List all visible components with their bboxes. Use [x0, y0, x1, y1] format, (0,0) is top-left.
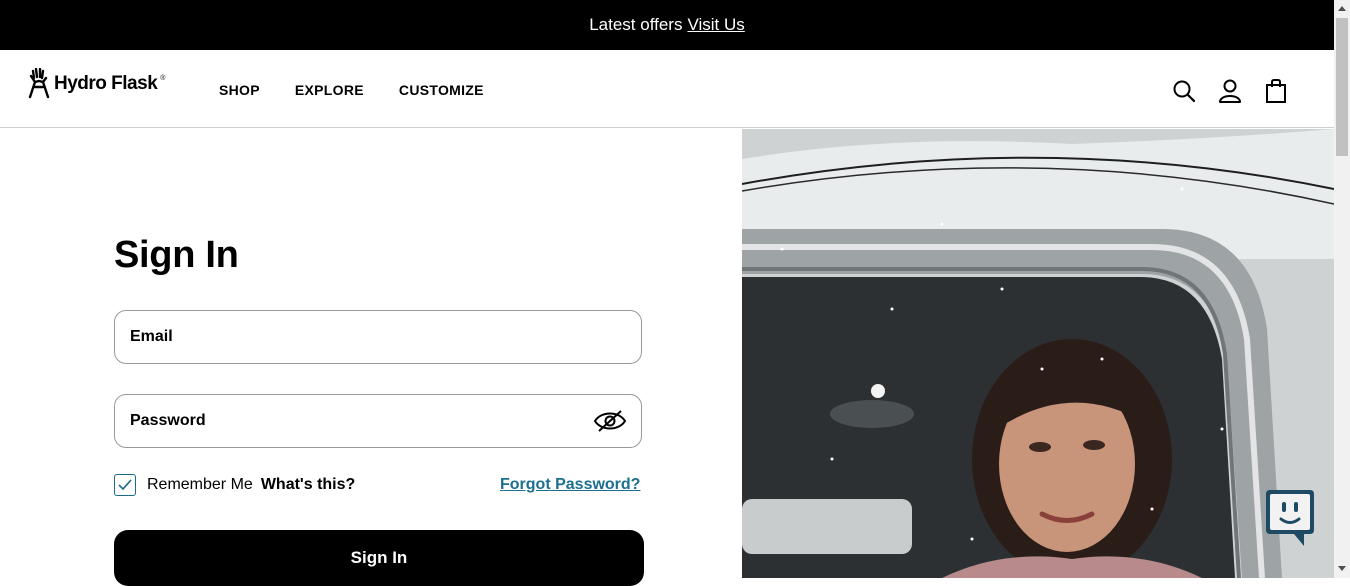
- nav-shop[interactable]: SHOP: [219, 82, 260, 98]
- logo-hand-icon: [28, 68, 50, 99]
- email-field-container: [114, 310, 642, 364]
- email-field[interactable]: [115, 327, 572, 347]
- remember-me-checkbox[interactable]: [114, 474, 136, 496]
- promo-banner: Latest offers Visit Us: [0, 0, 1334, 50]
- site-header: Hydro Flask ® SHOP EXPLORE CUSTOMIZE: [0, 50, 1334, 128]
- account-icon[interactable]: [1218, 78, 1242, 104]
- whats-this-link[interactable]: What's this?: [261, 476, 355, 494]
- forgot-password-link[interactable]: Forgot Password?: [500, 476, 640, 494]
- promo-text: Latest offers: [589, 15, 683, 34]
- scroll-up-arrow-icon[interactable]: [1338, 6, 1346, 11]
- scroll-down-arrow-icon[interactable]: [1338, 566, 1346, 571]
- remember-me-row: Remember Me What's this?: [114, 474, 355, 496]
- page-scrollbar[interactable]: [1334, 0, 1350, 578]
- checkmark-icon: [118, 479, 132, 491]
- cart-icon[interactable]: [1264, 78, 1288, 104]
- header-actions: [1172, 78, 1288, 104]
- logo[interactable]: Hydro Flask ®: [27, 68, 165, 100]
- scrollbar-thumb[interactable]: [1336, 18, 1348, 156]
- toggle-password-visibility-icon[interactable]: [593, 408, 627, 434]
- search-icon[interactable]: [1172, 78, 1196, 104]
- password-field-container: [114, 394, 642, 448]
- nav-explore[interactable]: EXPLORE: [295, 82, 364, 98]
- remember-me-label: Remember Me: [147, 476, 253, 493]
- hero-image: [742, 129, 1334, 578]
- page-title: Sign In: [114, 234, 239, 276]
- chat-widget-icon[interactable]: [1264, 488, 1316, 548]
- nav-customize[interactable]: CUSTOMIZE: [399, 82, 484, 98]
- logo-wordmark: Hydro Flask: [54, 73, 158, 94]
- promo-link[interactable]: Visit Us: [687, 15, 744, 35]
- main-nav: SHOP EXPLORE CUSTOMIZE: [219, 82, 484, 98]
- password-field[interactable]: [115, 411, 572, 431]
